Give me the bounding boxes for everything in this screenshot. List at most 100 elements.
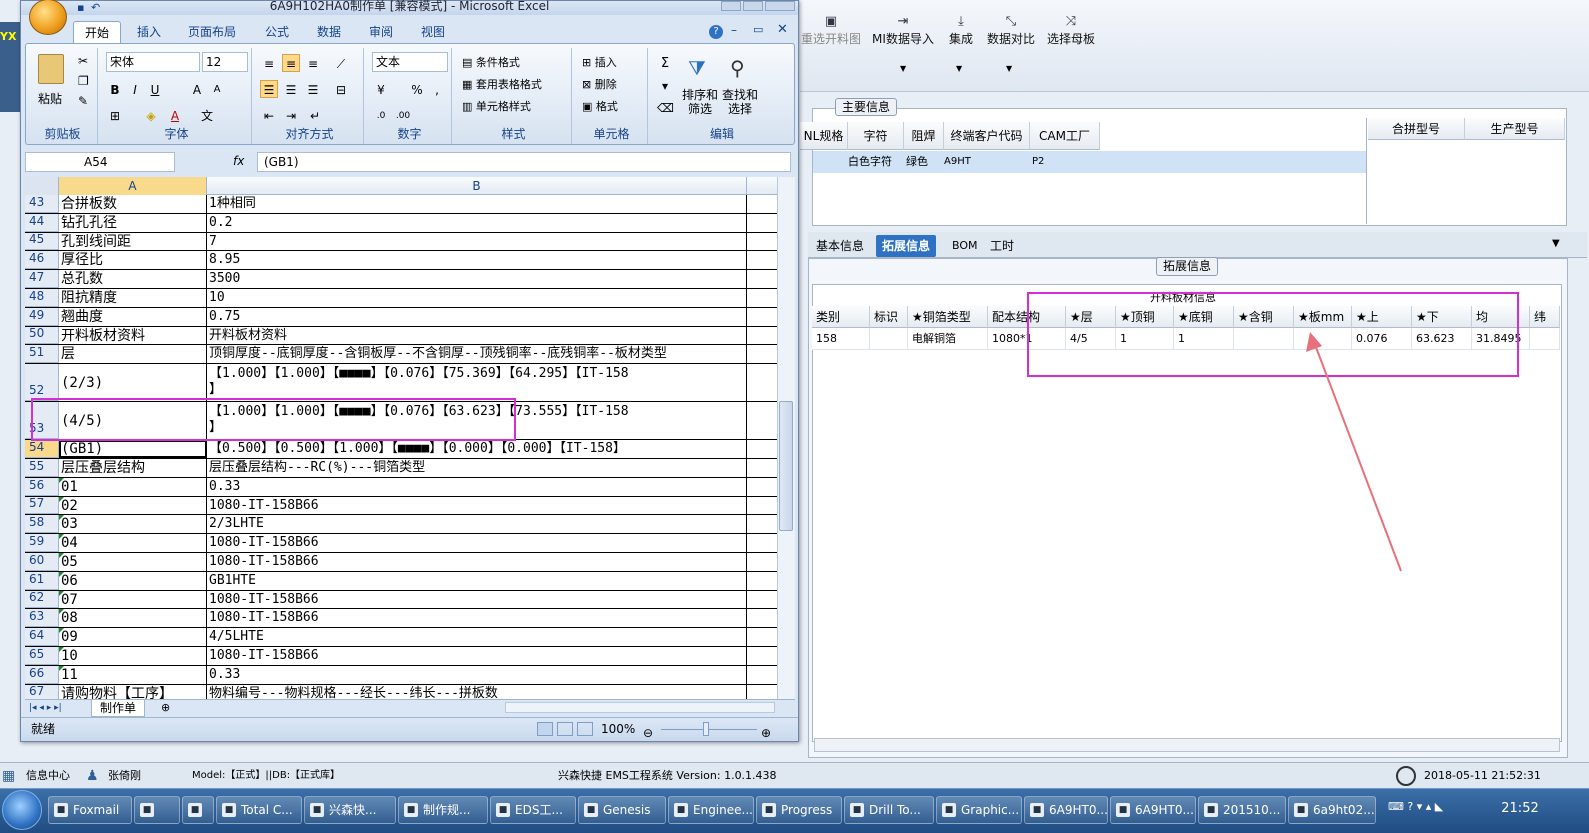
zoom-slider[interactable] [661,729,757,730]
taskbar-button[interactable]: ■ 制作规... [398,796,488,824]
decrease-indent-icon[interactable]: ⇤ [260,106,278,124]
taskbar-button[interactable]: ■ Drill To... [844,796,934,824]
row-number[interactable]: 54 [25,440,59,458]
sheet-row[interactable]: 49 翘曲度 0.75 [25,308,777,327]
chevron-down-icon[interactable]: ▼ [1006,64,1012,73]
info-center-link[interactable]: 信息中心 [26,763,70,789]
cell-b[interactable]: 1080-IT-158B66 [207,590,747,609]
row-number[interactable]: 67 [25,684,59,699]
sheet-row[interactable]: 61 06 GB1HTE [25,572,777,591]
sheet-row[interactable]: 48 阻抗精度 10 [25,289,777,308]
fill-icon[interactable]: ▾ [656,76,674,94]
zoom-slider-thumb[interactable] [703,722,709,736]
sheet-nav-icon[interactable]: |◂ ◂ ▸ ▸| [29,700,62,716]
normal-view-icon[interactable] [537,722,553,736]
cell-b[interactable]: 开料板材资料 [207,326,747,345]
cell-b[interactable]: 1080-IT-158B66 [207,647,747,665]
row-number[interactable]: 47 [25,270,59,288]
cell-a[interactable]: (2/3) [59,364,207,402]
align-left-icon[interactable]: ☰ [260,80,278,98]
cell-b[interactable]: GB1HTE [207,571,747,590]
maximize-button[interactable] [743,1,763,11]
row-number[interactable]: 65 [25,647,59,665]
cell-b[interactable]: 顶铜厚度--底铜厚度--含铜板厚--不含铜厚--顶残铜率--底残铜率--板材类型 [207,345,747,364]
find-select-button[interactable]: 查找和 选择 [722,88,758,116]
delete-cells-button[interactable]: ⊠ 删除 [582,76,617,92]
font-size-select[interactable]: 12 [202,52,248,72]
taskbar-clock[interactable]: 21:52 [1490,796,1550,824]
page-break-view-icon[interactable] [577,722,593,736]
row-number[interactable]: 48 [25,289,59,307]
cell-a[interactable]: 05 [59,553,207,571]
cell-a[interactable]: 04 [59,534,207,552]
column-header-a[interactable]: A [59,177,207,195]
row-number[interactable]: 43 [25,195,59,213]
tab-bom[interactable]: BOM [946,235,984,257]
cell-a[interactable]: (GB1) [59,440,207,458]
help-icon[interactable]: ? [1407,800,1413,813]
close-icon[interactable]: ✕ [777,22,788,37]
row-number[interactable]: 44 [25,214,59,232]
row-number[interactable]: 59 [25,534,59,552]
sheet-row[interactable]: 59 04 1080-IT-158B66 [25,534,777,553]
taskbar-button[interactable]: ■ Genesis [578,796,666,824]
col-header[interactable]: ★铜箔类型 [908,306,988,328]
grid-header-char[interactable]: 字符 [848,122,904,150]
cell-b[interactable]: 0.2 [207,213,747,232]
tab-home[interactable]: 开始 [73,21,121,43]
paste-button[interactable]: 粘贴 [38,90,62,107]
cell-a[interactable]: 09 [59,628,207,646]
sheet-row[interactable]: 67 请购物料【工序】 物料编号---物料规格---经长---纬长---拼板数 [25,684,777,699]
row-number[interactable]: 50 [25,326,59,345]
integrate-button[interactable]: ⤓ 集成 [944,14,978,47]
zoom-level[interactable]: 100% [601,718,635,740]
merge-icon[interactable]: ⊟ [332,80,350,98]
tab-basic-info[interactable]: 基本信息 [810,235,870,257]
sheet-row[interactable]: 58 03 2/3LHTE [25,515,777,535]
binoculars-icon[interactable]: ⚲ [730,56,745,80]
cell-b[interactable]: 1080-IT-158B66 [207,553,747,571]
ribbon-minimize-icon[interactable]: – [731,23,737,37]
keyboard-icon[interactable]: ⌨ [1388,800,1404,813]
cell-a[interactable]: 层 [59,345,207,364]
taskbar-button[interactable]: ■ [182,796,214,824]
align-center-icon[interactable]: ☰ [282,80,300,98]
network-icon[interactable]: ◣ [1435,800,1443,813]
sheet-row[interactable]: 62 07 1080-IT-158B66 [25,590,777,610]
reselect-cut-image-button[interactable]: ▣ 重选开料图 [800,14,862,47]
cell-b[interactable]: 【1.000】【1.000】【■■■■】【0.076】【75.369】【64.2… [207,364,747,402]
cell-a[interactable]: 阻抗精度 [59,289,207,307]
cell-a[interactable]: 01 [59,477,207,496]
col-header[interactable]: 类别 [812,306,870,328]
select-mother-board-button[interactable]: ⤨ 选择母板 [1046,14,1096,47]
cell-b[interactable]: 1种相同 [207,195,747,213]
grid-header-nl-spec[interactable]: NL规格 [800,122,848,150]
cell-a[interactable]: 合拼板数 [59,195,207,213]
cell-a[interactable]: 10 [59,647,207,665]
taskbar-button[interactable]: ■ [134,796,180,824]
grid-header-cam-factory[interactable]: CAM工厂 [1030,122,1100,150]
sheet-row[interactable]: 46 厚径比 8.95 [25,251,777,271]
tab-review[interactable]: 审阅 [359,21,403,43]
close-button[interactable] [765,1,795,11]
sheet-row[interactable]: 55 层压叠层结构 层压叠层结构---RC(%)---铜箔类型 [25,459,777,478]
tab-page-layout[interactable]: 页面布局 [181,21,243,43]
font-name-select[interactable]: 宋体 [106,52,200,72]
cell-b[interactable]: 物料编号---物料规格---经长---纬长---拼板数 [207,684,747,699]
chevron-down-icon[interactable]: ▼ [1552,238,1560,249]
taskbar-button[interactable]: ■ 6a9ht02... [1288,796,1376,824]
grid-header-customer-code[interactable]: 终端客户代码 [944,122,1030,150]
row-number[interactable]: 49 [25,308,59,326]
cell-a[interactable]: 开料板材资料 [59,326,207,345]
row-number[interactable]: 56 [25,478,59,496]
flag-icon[interactable]: ▴ [1426,800,1432,813]
row-number[interactable]: 66 [25,666,59,684]
taskbar-button[interactable]: ■ Foxmail [48,796,132,824]
sheet-row[interactable]: 56 01 0.33 [25,478,777,497]
cell-a[interactable]: 02 [59,496,207,515]
insert-function-icon[interactable]: fx [233,154,244,168]
table-format-button[interactable]: ▦ 套用表格格式 [462,76,542,92]
tab-data[interactable]: 数据 [307,21,351,43]
cell-b[interactable]: 1080-IT-158B66 [207,496,747,515]
taskbar-button[interactable]: ■ Enginee... [668,796,754,824]
